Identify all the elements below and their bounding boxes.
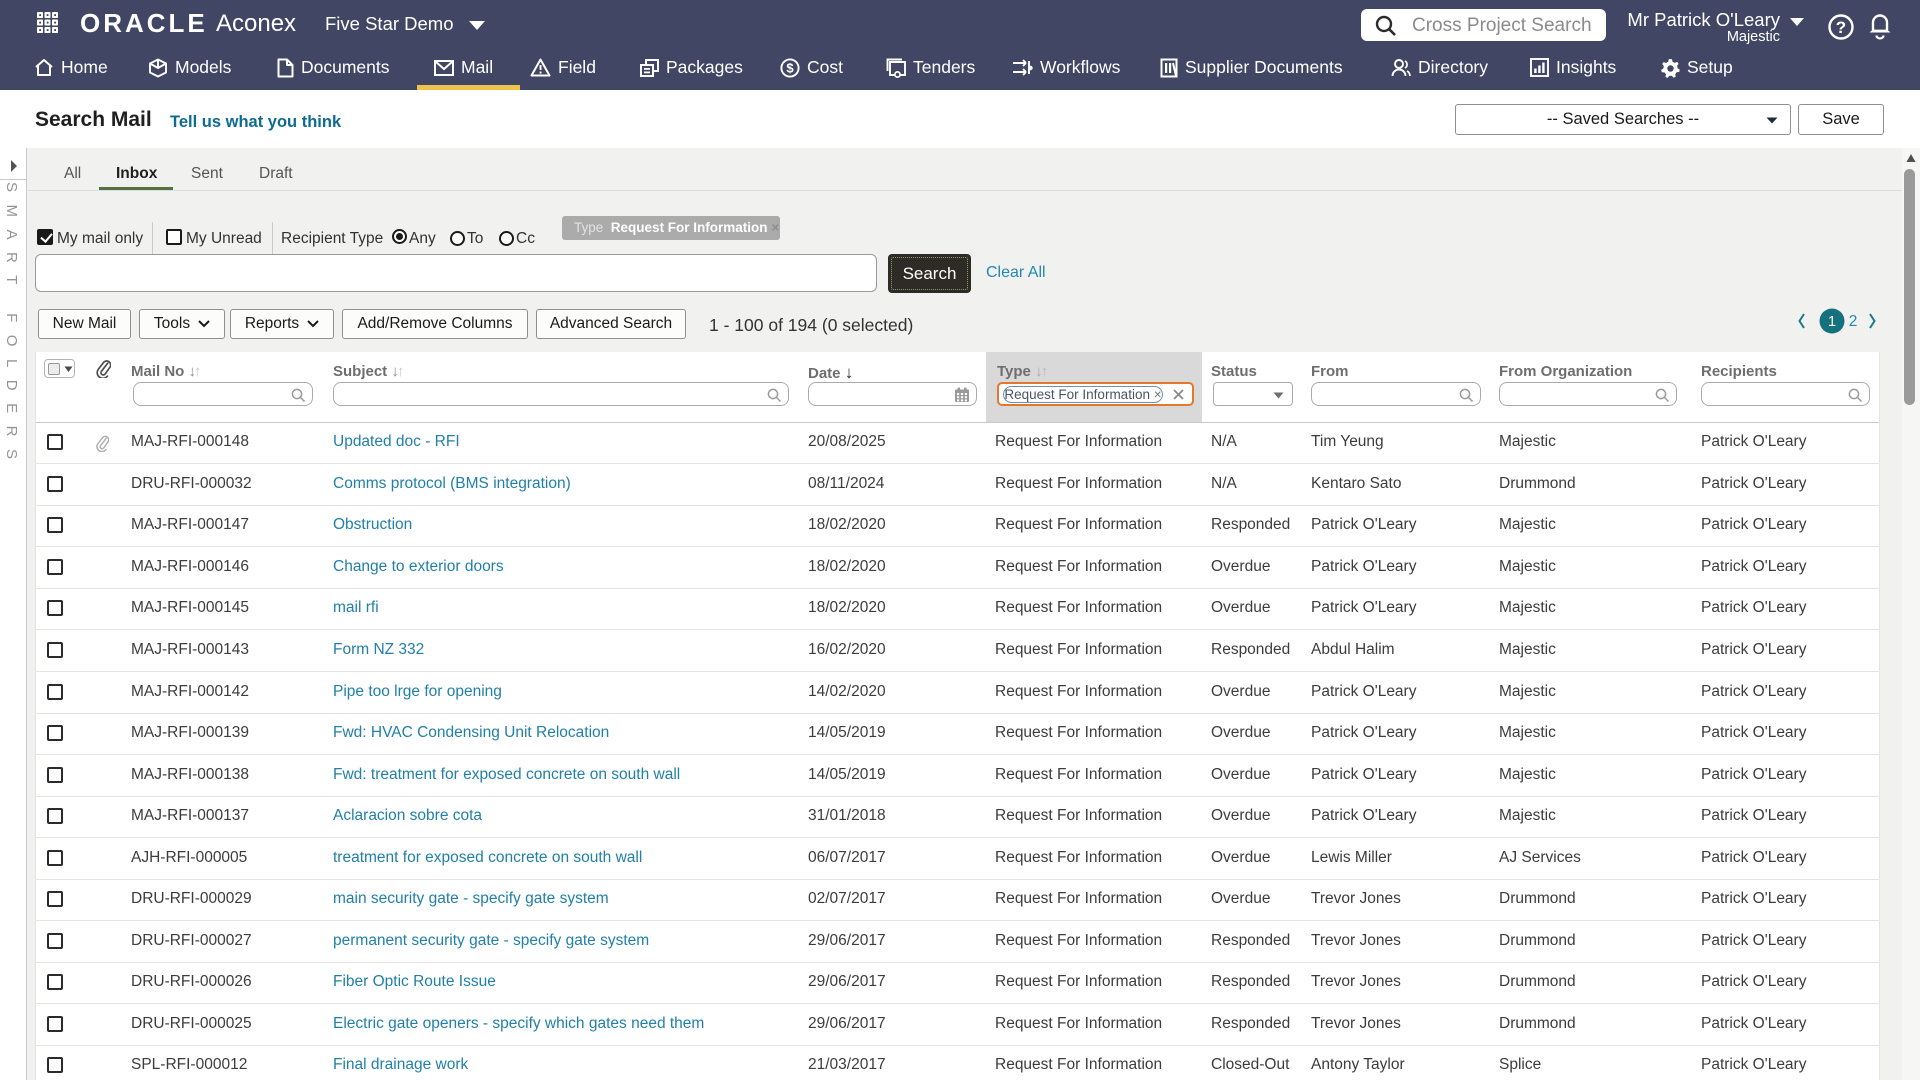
svg-text:$: $	[786, 60, 794, 75]
svg-text:2: 2	[1849, 313, 1858, 330]
svg-text:?: ?	[1836, 18, 1846, 37]
svg-text:1: 1	[1828, 313, 1836, 330]
